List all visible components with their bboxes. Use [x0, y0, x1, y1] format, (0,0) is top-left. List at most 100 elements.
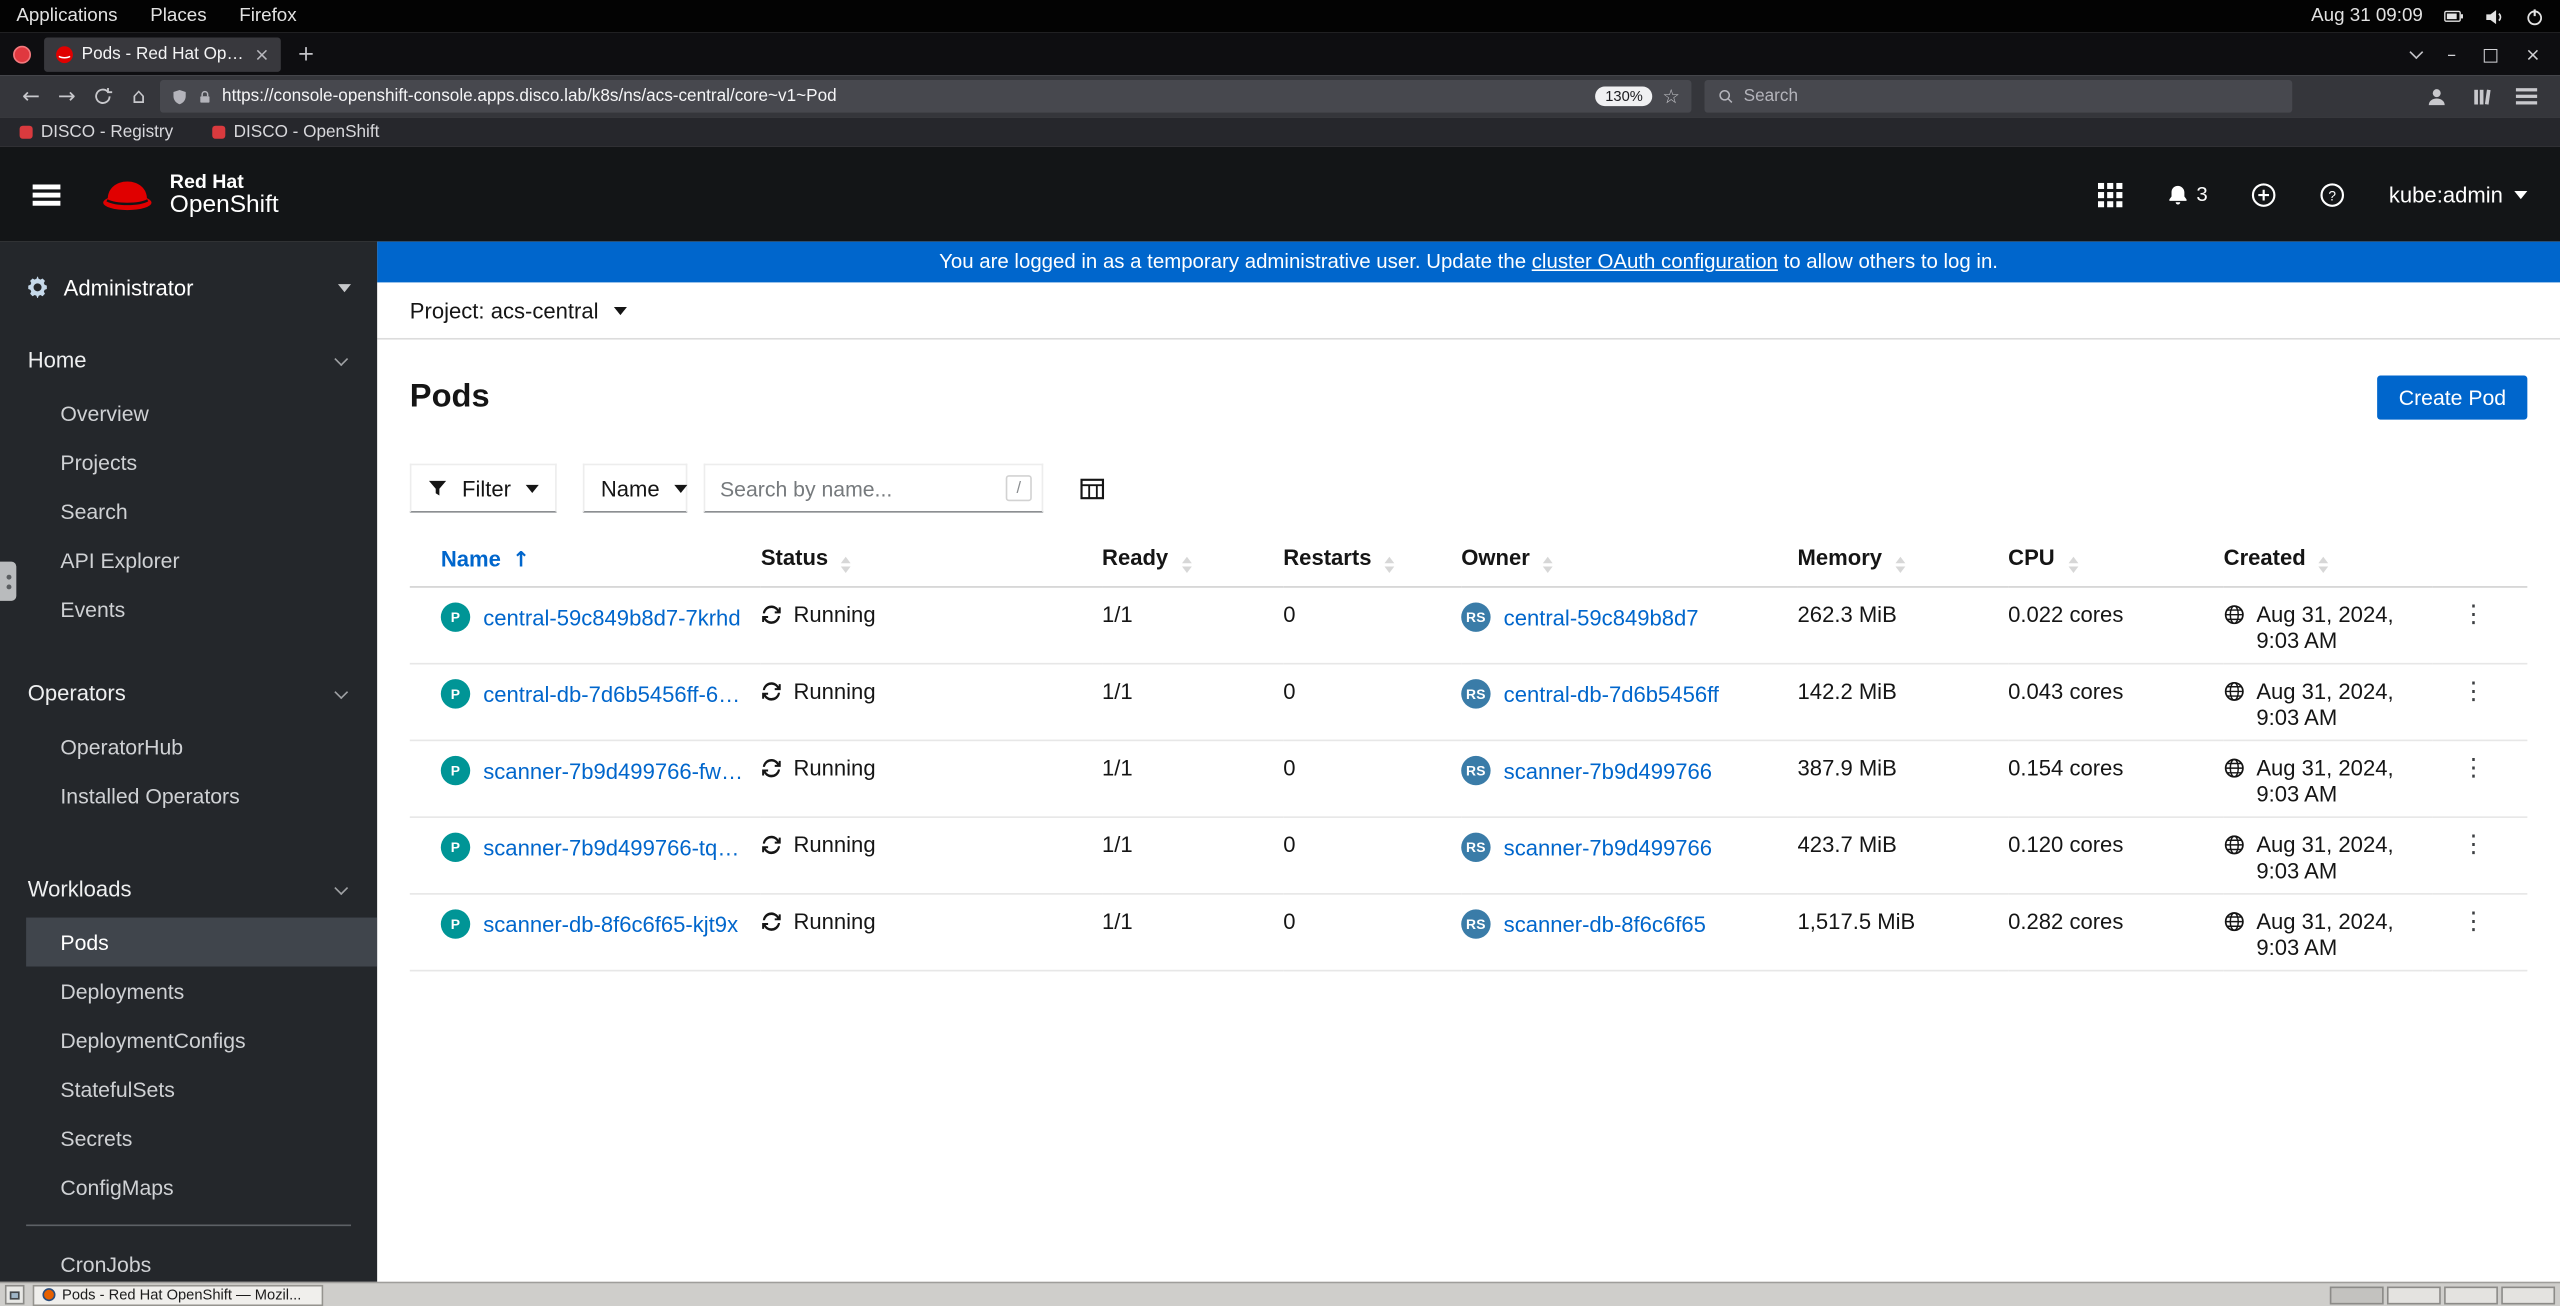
column-header-memory[interactable]: Memory [1797, 537, 2009, 588]
sidebar-item-pods[interactable]: Pods [26, 917, 378, 967]
column-header-restarts[interactable]: Restarts [1283, 537, 1462, 588]
firefox-window-icon[interactable] [13, 44, 32, 63]
filter-dropdown[interactable]: Filter [409, 463, 557, 513]
pod-link[interactable]: central-db-7d6b5456ff-6bjv4 [483, 682, 747, 706]
column-header-owner[interactable]: Owner [1461, 537, 1798, 588]
library-icon[interactable] [2472, 86, 2492, 107]
pod-link[interactable]: scanner-7b9d499766-tqcq6 [483, 835, 747, 859]
sidebar-item-cronjobs[interactable]: CronJobs [26, 1239, 377, 1281]
sidebar-item-api-explorer[interactable]: API Explorer [26, 536, 377, 585]
pod-link[interactable]: central-59c849b8d7-7krhd [483, 605, 740, 629]
nav-section-home-toggle[interactable]: Home [0, 330, 377, 389]
oauth-config-link[interactable]: cluster OAuth configuration [1532, 250, 1778, 273]
column-management-button[interactable] [1079, 476, 1105, 500]
tracking-protection-icon[interactable] [171, 87, 187, 105]
sidebar-item-deploymentconfigs[interactable]: DeploymentConfigs [26, 1016, 377, 1065]
column-header-cpu[interactable]: CPU [2008, 537, 2224, 588]
user-menu[interactable]: kube:admin [2389, 182, 2528, 207]
browser-tab-bar: Pods - Red Hat OpenShift × + – □ × [0, 32, 2560, 76]
column-header-ready[interactable]: Ready [1102, 537, 1284, 588]
applications-menu[interactable]: Applications [16, 7, 117, 27]
sidebar-item-configmaps[interactable]: ConfigMaps [26, 1162, 377, 1211]
sidebar-item-installed-operators[interactable]: Installed Operators [26, 771, 377, 820]
screen-edge-handle[interactable] [0, 561, 17, 601]
owner-link[interactable]: central-db-7d6b5456ff [1504, 682, 1719, 706]
tab-close-icon[interactable]: × [254, 43, 269, 64]
owner-link[interactable]: scanner-7b9d499766 [1504, 835, 1712, 859]
forward-button[interactable]: → [49, 78, 85, 114]
redhat-openshift-logo[interactable]: Red Hat OpenShift [100, 170, 279, 218]
cell-actions: ⋮ [2432, 586, 2528, 665]
power-icon[interactable] [2526, 7, 2544, 25]
sidebar-item-events[interactable]: Events [26, 584, 377, 633]
taskbar-show-desktop-icon[interactable] [4, 1284, 25, 1305]
url-input[interactable] [222, 86, 1586, 107]
column-header-status[interactable]: Status [760, 537, 1103, 588]
volume-icon[interactable] [2485, 7, 2505, 25]
sidebar-item-overview[interactable]: Overview [26, 389, 377, 438]
sidebar-item-projects[interactable]: Projects [26, 438, 377, 487]
owner-link[interactable]: central-59c849b8d7 [1504, 605, 1699, 629]
perspective-switcher[interactable]: Administrator [0, 258, 377, 317]
account-icon[interactable] [2426, 86, 2447, 107]
quick-create-icon[interactable] [2252, 182, 2276, 207]
kebab-menu-icon[interactable]: ⋮ [2461, 906, 2485, 935]
cell-cpu: 0.282 cores [2008, 893, 2224, 972]
pod-link[interactable]: scanner-7b9d499766-fw79s [483, 758, 747, 782]
app-launcher-icon[interactable] [2098, 182, 2123, 207]
zoom-level-badge[interactable]: 130% [1595, 86, 1653, 107]
back-button[interactable]: ← [13, 78, 49, 114]
kebab-menu-icon[interactable]: ⋮ [2461, 599, 2485, 628]
workspace-1[interactable] [2329, 1285, 2384, 1304]
sidebar-item-statefulsets[interactable]: StatefulSets [26, 1064, 377, 1113]
reload-button[interactable] [85, 78, 121, 114]
window-maximize-button[interactable]: □ [2482, 43, 2499, 64]
bookmark-disco-registry[interactable]: DISCO - Registry [19, 122, 174, 142]
clock[interactable]: Aug 31 09:09 [2311, 7, 2423, 27]
lock-icon[interactable] [198, 87, 213, 105]
window-minimize-button[interactable]: – [2447, 43, 2456, 64]
workspace-3[interactable] [2444, 1285, 2498, 1304]
places-menu[interactable]: Places [150, 7, 206, 27]
bookmark-star-icon[interactable]: ☆ [1662, 85, 1680, 108]
cell-actions: ⋮ [2432, 817, 2528, 895]
new-tab-button[interactable]: + [297, 42, 315, 66]
kebab-menu-icon[interactable]: ⋮ [2461, 829, 2485, 858]
cell-cpu: 0.043 cores [2008, 663, 2224, 742]
column-header-name[interactable]: Name ↑ [409, 537, 761, 588]
battery-icon[interactable] [2444, 8, 2464, 24]
browser-tab[interactable]: Pods - Red Hat OpenShift × [44, 36, 281, 72]
pod-badge: P [440, 679, 471, 709]
cell-status: Running [760, 893, 1103, 972]
project-selector[interactable]: Project: acs-central [410, 298, 627, 322]
kebab-menu-icon[interactable]: ⋮ [2461, 676, 2485, 705]
create-pod-button[interactable]: Create Pod [2377, 375, 2528, 420]
name-search-input[interactable] [703, 463, 1044, 513]
workspace-2[interactable] [2386, 1285, 2441, 1304]
workspace-4[interactable] [2501, 1285, 2556, 1304]
help-icon[interactable]: ? [2320, 182, 2345, 207]
column-header-created[interactable]: Created [2223, 537, 2433, 588]
sidebar-item-secrets[interactable]: Secrets [26, 1113, 377, 1162]
home-button[interactable]: ⌂ [121, 78, 157, 114]
sidebar-item-search[interactable]: Search [26, 487, 377, 536]
bookmark-disco-openshift[interactable]: DISCO - OpenShift [212, 122, 379, 142]
nav-section-operators-toggle[interactable]: Operators [0, 663, 377, 722]
sidebar-item-deployments[interactable]: Deployments [26, 967, 377, 1016]
nav-toggle-icon[interactable] [32, 184, 61, 204]
browser-search-input[interactable] [1743, 86, 2280, 107]
browser-menu-icon[interactable] [2515, 88, 2538, 104]
taskbar-window-button[interactable]: Pods - Red Hat OpenShift — Mozil... [32, 1284, 324, 1306]
attribute-select[interactable]: Name [582, 463, 688, 513]
kebab-menu-icon[interactable]: ⋮ [2461, 753, 2485, 782]
owner-link[interactable]: scanner-db-8f6c6f65 [1504, 912, 1706, 936]
firefox-app-menu[interactable]: Firefox [239, 7, 296, 27]
owner-link[interactable]: scanner-7b9d499766 [1504, 758, 1712, 782]
url-bar[interactable]: 130% ☆ [159, 79, 1692, 113]
notifications-button[interactable]: 3 [2167, 182, 2208, 206]
pod-link[interactable]: scanner-db-8f6c6f65-kjt9x [483, 912, 738, 936]
nav-section-workloads-toggle[interactable]: Workloads [0, 859, 377, 918]
sidebar-item-operatorhub[interactable]: OperatorHub [26, 722, 377, 771]
window-close-button[interactable]: × [2525, 43, 2540, 64]
tab-list-chevron-icon[interactable] [2409, 44, 2424, 59]
